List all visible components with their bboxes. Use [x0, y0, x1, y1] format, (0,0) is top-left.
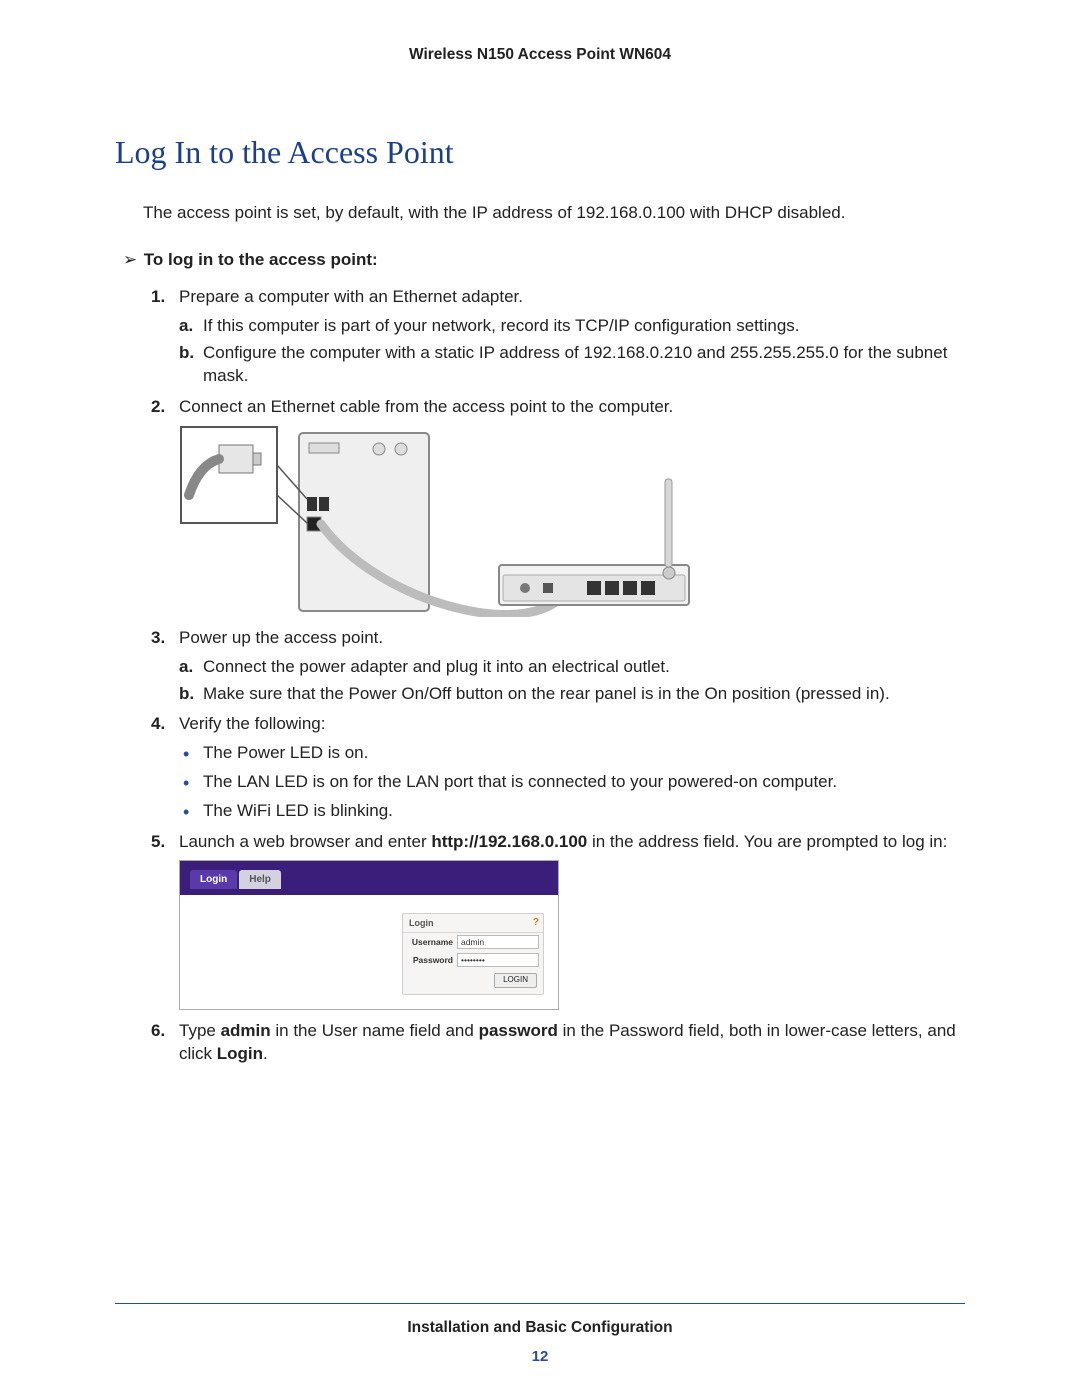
t4: . [263, 1044, 268, 1063]
bullet-lan-led: The LAN LED is on for the LAN port that … [179, 771, 965, 794]
section-title: Log In to the Access Point [115, 131, 965, 174]
login-url: http://192.168.0.100 [431, 832, 587, 851]
footer-page-number: 12 [115, 1347, 965, 1367]
procedure-label: To log in to the access point: [144, 250, 378, 269]
login-screenshot: Login Help Login ? Username admin [179, 860, 559, 1010]
step-4: 4. Verify the following: The Power LED i… [151, 713, 965, 823]
step-text-post: in the address field. You are prompted t… [587, 832, 947, 851]
admin-word: admin [221, 1021, 271, 1040]
step-1b: b. Configure the computer with a static … [179, 342, 965, 388]
bullet-wifi-led: The WiFi LED is blinking. [179, 800, 965, 823]
footer-rule [115, 1303, 965, 1304]
tab-help: Help [239, 870, 281, 890]
arrow-icon: ➢ [123, 249, 139, 272]
password-word: password [479, 1021, 558, 1040]
login-body: Login ? Username admin Password ••••••••… [180, 895, 558, 1009]
step-number: 1. [151, 286, 165, 309]
page-header: Wireless N150 Access Point WN604 [115, 45, 965, 66]
substep-letter: a. [179, 656, 193, 679]
login-tabbar: Login Help [180, 861, 558, 895]
password-field: •••••••• [457, 953, 539, 967]
step-number: 2. [151, 396, 165, 419]
step-3b: b. Make sure that the Power On/Off butto… [179, 683, 965, 706]
step-3a: a. Connect the power adapter and plug it… [179, 656, 965, 679]
step-text: Verify the following: [179, 714, 325, 733]
substep-text: If this computer is part of your network… [203, 316, 800, 335]
login-panel: Login ? Username admin Password ••••••••… [402, 913, 544, 995]
step-2: 2. Connect an Ethernet cable from the ac… [151, 396, 965, 617]
login-panel-title: Login ? [403, 914, 543, 933]
step-number: 3. [151, 627, 165, 650]
footer-chapter: Installation and Basic Configuration [115, 1318, 965, 1339]
substep-letter: b. [179, 683, 194, 706]
step-number: 4. [151, 713, 165, 736]
connection-diagram [179, 425, 699, 617]
login-word: Login [217, 1044, 263, 1063]
login-panel-title-text: Login [409, 918, 434, 928]
t2: in the User name field and [271, 1021, 479, 1040]
procedure-heading: ➢ To log in to the access point: [123, 249, 965, 272]
substep-text: Connect the power adapter and plug it in… [203, 657, 670, 676]
substep-text: Make sure that the Power On/Off button o… [203, 684, 890, 703]
password-row: Password •••••••• [403, 951, 543, 969]
substep-letter: b. [179, 342, 194, 365]
step-5: 5. Launch a web browser and enter http:/… [151, 831, 965, 1010]
bullet-power-led: The Power LED is on. [179, 742, 965, 765]
step-1a: a. If this computer is part of your netw… [179, 315, 965, 338]
step-number: 6. [151, 1020, 165, 1043]
step-text-pre: Launch a web browser and enter [179, 832, 431, 851]
substep-letter: a. [179, 315, 193, 338]
username-label: Username [407, 937, 453, 948]
step-text: Prepare a computer with an Ethernet adap… [179, 287, 523, 306]
step-6: 6. Type admin in the User name field and… [151, 1020, 965, 1066]
step-1: 1. Prepare a computer with an Ethernet a… [151, 286, 965, 388]
username-field: admin [457, 935, 539, 949]
product-name: Wireless N150 Access Point WN604 [409, 46, 671, 63]
login-button: LOGIN [494, 973, 537, 988]
step-number: 5. [151, 831, 165, 854]
substep-text: Configure the computer with a static IP … [203, 343, 947, 385]
intro-paragraph: The access point is set, by default, wit… [143, 202, 965, 225]
password-label: Password [407, 955, 453, 966]
username-row: Username admin [403, 933, 543, 951]
step-text: Power up the access point. [179, 628, 383, 647]
t1: Type [179, 1021, 221, 1040]
page-footer: Installation and Basic Configuration 12 [115, 1303, 965, 1367]
diagram-svg [179, 425, 699, 617]
step-text: Connect an Ethernet cable from the acces… [179, 397, 673, 416]
help-icon: ? [533, 916, 539, 930]
tab-login: Login [190, 870, 237, 890]
step-3: 3. Power up the access point. a. Connect… [151, 627, 965, 706]
